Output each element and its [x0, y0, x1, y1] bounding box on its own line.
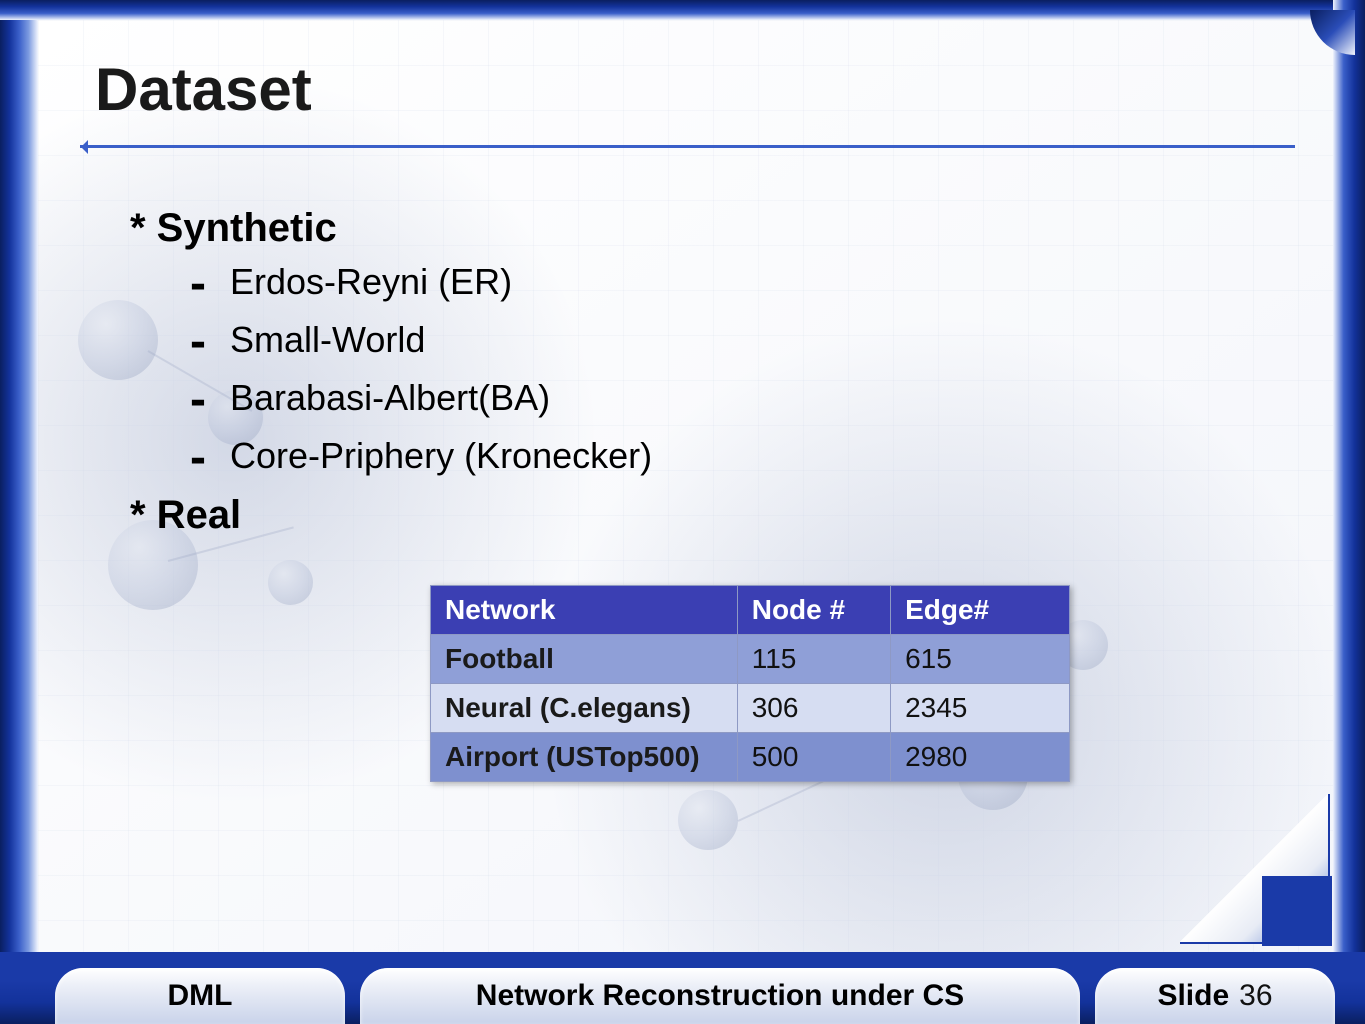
decor-node [268, 560, 313, 605]
slide-number: 36 [1239, 979, 1272, 1013]
th-network: Network [431, 586, 738, 635]
cell: 500 [737, 733, 890, 782]
subbullet: -Barabasi-Albert(BA) [190, 377, 1285, 419]
frame-right [1333, 0, 1365, 1024]
cell: 2980 [891, 733, 1070, 782]
footer-tab-right: Slide 36 [1095, 968, 1335, 1024]
footer-mid-label: Network Reconstruction under CS [476, 979, 964, 1013]
table-header-row: Network Node # Edge# [431, 586, 1070, 635]
footer-left-label: DML [168, 979, 233, 1013]
table-row: Football 115 615 [431, 635, 1070, 684]
slide-body: * Synthetic -Erdos-Reyni (ER) -Small-Wor… [130, 200, 1285, 548]
footer-tab-mid: Network Reconstruction under CS [360, 968, 1080, 1024]
page-fold-icon [1180, 794, 1330, 944]
th-node: Node # [737, 586, 890, 635]
cell: 2345 [891, 684, 1070, 733]
cell: 615 [891, 635, 1070, 684]
bullet-synthetic: * Synthetic [130, 206, 1285, 251]
cell: 306 [737, 684, 890, 733]
frame-top [0, 0, 1365, 20]
subbullet: -Erdos-Reyni (ER) [190, 261, 1285, 303]
slide: Dataset * Synthetic -Erdos-Reyni (ER) -S… [0, 0, 1365, 1024]
bullet-real: * Real [130, 493, 1285, 538]
footer: DML Network Reconstruction under CS Slid… [0, 952, 1365, 1024]
cell: Neural (C.elegans) [431, 684, 738, 733]
subbullet: -Core-Priphery (Kronecker) [190, 435, 1285, 477]
subbullet-text: Barabasi-Albert(BA) [230, 377, 550, 418]
subbullet-text: Core-Priphery (Kronecker) [230, 435, 652, 476]
subbullet: -Small-World [190, 319, 1285, 361]
cell: 115 [737, 635, 890, 684]
th-edge: Edge# [891, 586, 1070, 635]
slide-title: Dataset [95, 55, 312, 124]
table-row: Neural (C.elegans) 306 2345 [431, 684, 1070, 733]
cell: Football [431, 635, 738, 684]
table-row: Airport (USTop500) 500 2980 [431, 733, 1070, 782]
real-networks-table: Network Node # Edge# Football 115 615 Ne… [430, 585, 1070, 782]
real-networks-table-wrap: Network Node # Edge# Football 115 615 Ne… [430, 585, 1070, 782]
title-rule [80, 145, 1295, 148]
footer-right-label: Slide [1157, 979, 1229, 1013]
frame-left [0, 0, 38, 1024]
cell: Airport (USTop500) [431, 733, 738, 782]
decor-node [678, 790, 738, 850]
subbullet-text: Erdos-Reyni (ER) [230, 261, 512, 302]
footer-tab-left: DML [55, 968, 345, 1024]
subbullet-text: Small-World [230, 319, 425, 360]
